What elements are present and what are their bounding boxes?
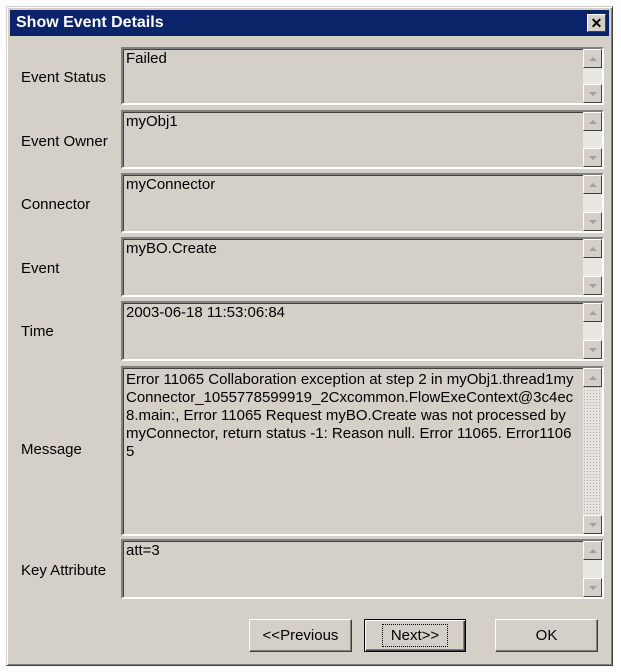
scroll-down-button[interactable] bbox=[583, 276, 602, 295]
connector-value: myConnector bbox=[126, 176, 216, 193]
scroll-down-button[interactable] bbox=[583, 212, 602, 231]
scroll-up-button[interactable] bbox=[583, 239, 602, 258]
event-owner-field[interactable]: myObj1 bbox=[121, 110, 604, 169]
key-attribute-label: Key Attribute bbox=[21, 562, 107, 579]
scroll-down-button[interactable] bbox=[583, 578, 602, 597]
event-status-value: Failed bbox=[126, 50, 167, 67]
scroll-down-button[interactable] bbox=[583, 340, 602, 359]
key-attribute-field[interactable]: att=3 bbox=[121, 539, 604, 599]
arrow-up-icon bbox=[588, 119, 597, 124]
key-attribute-scrollbar[interactable] bbox=[583, 541, 602, 597]
time-value: 2003-06-18 11:53:06:84 bbox=[126, 304, 286, 321]
scroll-up-button[interactable] bbox=[583, 112, 602, 131]
message-scrollbar[interactable] bbox=[583, 368, 602, 534]
event-status-scrollbar[interactable] bbox=[583, 49, 602, 103]
message-label: Message bbox=[21, 441, 82, 458]
title-bar: Show Event Details ✕ bbox=[10, 10, 609, 36]
event-status-field[interactable]: Failed bbox=[121, 47, 604, 105]
arrow-down-icon bbox=[588, 155, 597, 160]
scroll-up-button[interactable] bbox=[583, 175, 602, 194]
connector-field[interactable]: myConnector bbox=[121, 173, 604, 233]
scroll-down-button[interactable] bbox=[583, 84, 602, 103]
arrow-down-icon bbox=[588, 283, 597, 288]
connector-scrollbar[interactable] bbox=[583, 175, 602, 231]
event-owner-label: Event Owner bbox=[21, 133, 108, 150]
event-owner-value: myObj1 bbox=[126, 113, 178, 130]
arrow-up-icon bbox=[588, 310, 597, 315]
scroll-up-button[interactable] bbox=[583, 49, 602, 68]
ok-button[interactable]: OK bbox=[495, 619, 598, 652]
window-title: Show Event Details bbox=[16, 14, 164, 31]
next-button-label: Next>> bbox=[381, 624, 449, 647]
next-button[interactable]: Next>> bbox=[364, 619, 466, 652]
event-owner-scrollbar[interactable] bbox=[583, 112, 602, 167]
arrow-up-icon bbox=[588, 182, 597, 187]
close-button[interactable]: ✕ bbox=[587, 14, 606, 32]
time-scrollbar[interactable] bbox=[583, 303, 602, 359]
event-details-dialog: Show Event Details ✕ Event Status Failed… bbox=[6, 6, 613, 666]
arrow-up-icon bbox=[588, 246, 597, 251]
time-field[interactable]: 2003-06-18 11:53:06:84 bbox=[121, 301, 604, 361]
scroll-down-button[interactable] bbox=[583, 148, 602, 167]
previous-button[interactable]: <<Previous bbox=[249, 619, 352, 652]
scroll-down-button[interactable] bbox=[583, 515, 602, 534]
event-field[interactable]: myBO.Create bbox=[121, 237, 604, 297]
time-label: Time bbox=[21, 323, 54, 340]
connector-label: Connector bbox=[21, 196, 91, 213]
event-status-label: Event Status bbox=[21, 69, 107, 86]
close-icon: ✕ bbox=[590, 15, 603, 31]
scroll-up-button[interactable] bbox=[583, 368, 602, 387]
arrow-down-icon bbox=[588, 219, 597, 224]
event-value: myBO.Create bbox=[126, 240, 217, 257]
arrow-down-icon bbox=[588, 585, 597, 590]
arrow-down-icon bbox=[588, 347, 597, 352]
event-label: Event bbox=[21, 260, 60, 277]
arrow-up-icon bbox=[588, 548, 597, 553]
arrow-up-icon bbox=[588, 375, 597, 380]
key-attribute-value: att=3 bbox=[126, 542, 160, 559]
message-value: Error 11065 Collaboration exception at s… bbox=[126, 371, 574, 460]
arrow-down-icon bbox=[588, 522, 597, 527]
message-field[interactable]: Error 11065 Collaboration exception at s… bbox=[121, 366, 604, 536]
arrow-down-icon bbox=[588, 91, 597, 96]
event-scrollbar[interactable] bbox=[583, 239, 602, 295]
scroll-up-button[interactable] bbox=[583, 303, 602, 322]
scroll-up-button[interactable] bbox=[583, 541, 602, 560]
arrow-up-icon bbox=[588, 56, 597, 61]
